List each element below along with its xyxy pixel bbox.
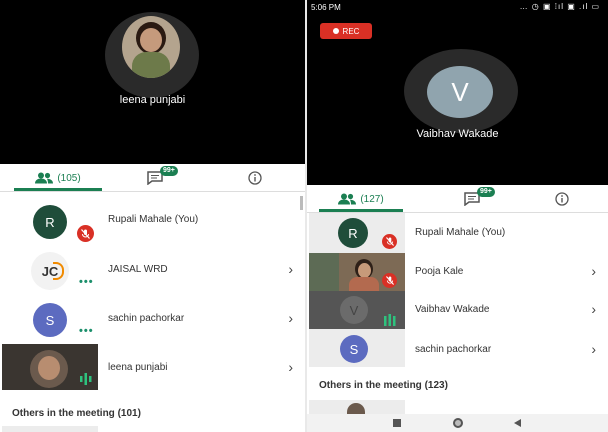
people-icon xyxy=(35,172,54,184)
video-stage: leena punjabi xyxy=(0,0,305,164)
participant-initial: S xyxy=(33,303,67,337)
others-section-header: Others in the meeting (123) xyxy=(319,380,448,391)
participant-row[interactable]: Pooja Kale › xyxy=(307,253,608,293)
speaker-name: leena punjabi xyxy=(119,94,186,106)
back-icon[interactable] xyxy=(514,419,521,427)
chevron-right-icon[interactable]: › xyxy=(288,261,293,277)
participant-initial: V xyxy=(340,296,368,324)
more-dots-icon: ••• xyxy=(79,325,94,337)
participant-tile-partial xyxy=(309,400,405,414)
chat-badge: 99+ xyxy=(477,187,495,197)
participant-initial: JC xyxy=(31,252,69,290)
chat-badge: 99+ xyxy=(160,166,178,176)
others-section-header: Others in the meeting (101) xyxy=(12,408,141,419)
participant-name: leena punjabi xyxy=(108,362,168,373)
record-dot-icon xyxy=(332,28,339,34)
participant-name: sachin pachorkar xyxy=(415,344,492,355)
audio-level-icon xyxy=(383,313,397,326)
tab-info[interactable] xyxy=(240,165,270,191)
participant-initial: R xyxy=(338,218,368,248)
video-stage: 5:06 PM … ◷ ▣ ⁞ıl ▣ .ıl ▭ REC V Vaibhav … xyxy=(307,0,608,185)
participant-row[interactable]: leena punjabi › xyxy=(0,344,305,390)
people-count: (127) xyxy=(360,193,384,205)
chevron-right-icon[interactable]: › xyxy=(288,359,293,375)
participant-name: Pooja Kale xyxy=(415,266,464,277)
chevron-right-icon[interactable]: › xyxy=(591,341,596,357)
home-icon[interactable] xyxy=(453,418,463,428)
participant-row[interactable]: R Rupali Mahale (You) xyxy=(307,213,608,253)
status-icons: … ◷ ▣ ⁞ıl ▣ .ıl ▭ xyxy=(519,2,600,11)
participant-row[interactable]: R Rupali Mahale (You) xyxy=(0,200,305,242)
tab-chat[interactable]: 99+ xyxy=(447,186,497,212)
speaker-avatar xyxy=(122,16,180,78)
participant-tile-partial xyxy=(2,426,98,432)
people-icon xyxy=(338,193,357,205)
participant-initial: S xyxy=(340,335,368,363)
more-dots-icon: ••• xyxy=(79,276,94,288)
tab-bar: (105) 99+ xyxy=(0,165,305,191)
participant-row[interactable]: V Vaibhav Wakade › xyxy=(307,291,608,331)
speaker-avatar: V xyxy=(427,66,493,118)
status-time: 5:06 PM xyxy=(311,3,341,12)
chevron-right-icon[interactable]: › xyxy=(591,301,596,317)
tab-chat[interactable]: 99+ xyxy=(130,165,180,191)
recording-label: REC xyxy=(342,26,360,36)
participant-name: Rupali Mahale (You) xyxy=(415,227,506,238)
info-icon xyxy=(555,192,569,206)
mic-off-icon xyxy=(382,234,397,249)
mic-off-icon xyxy=(77,225,94,242)
participant-row[interactable]: S sachin pachorkar › xyxy=(307,329,608,369)
left-meeting-screen: leena punjabi (105) 99+ R Rupali Mahale … xyxy=(0,0,305,432)
tab-divider xyxy=(0,191,305,192)
people-count: (105) xyxy=(57,172,81,184)
recording-badge: REC xyxy=(320,23,372,39)
info-icon xyxy=(248,171,262,185)
tab-info[interactable] xyxy=(547,186,577,212)
chevron-right-icon[interactable]: › xyxy=(591,263,596,279)
android-nav-bar xyxy=(307,414,608,432)
participant-row[interactable]: JC ••• JAISAL WRD › xyxy=(0,248,305,290)
participant-initial: R xyxy=(33,205,67,239)
participant-row[interactable]: S ••• sachin pachorkar › xyxy=(0,297,305,337)
audio-level-icon xyxy=(79,372,93,385)
speaker-name: Vaibhav Wakade xyxy=(416,128,499,140)
participant-name: Vaibhav Wakade xyxy=(415,304,490,315)
participant-name: JAISAL WRD xyxy=(108,264,168,275)
participant-name: Rupali Mahale (You) xyxy=(108,214,199,225)
recents-icon[interactable] xyxy=(393,419,401,427)
chevron-right-icon[interactable]: › xyxy=(288,310,293,326)
right-meeting-screen: 5:06 PM … ◷ ▣ ⁞ıl ▣ .ıl ▭ REC V Vaibhav … xyxy=(307,0,608,432)
mic-off-icon xyxy=(382,273,397,288)
tab-bar: (127) 99+ xyxy=(307,186,608,212)
participant-name: sachin pachorkar xyxy=(108,313,185,324)
